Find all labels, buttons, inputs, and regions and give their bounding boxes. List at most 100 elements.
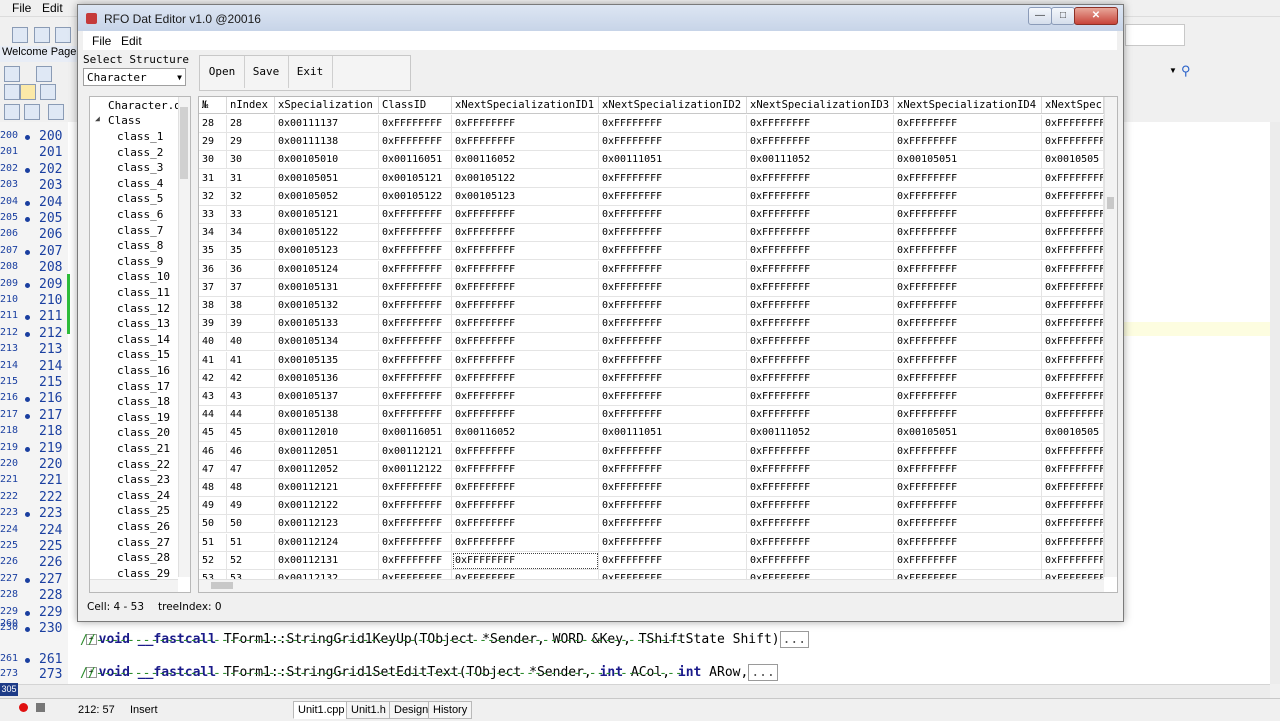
grid-cell[interactable]: 0xFFFFFFFF	[379, 351, 452, 370]
grid-cell[interactable]: 34	[227, 224, 275, 243]
grid-cell[interactable]: 0xFFFFFFFF	[1042, 442, 1104, 461]
breakpoint-dot-icon[interactable]	[25, 331, 30, 337]
grid-cell[interactable]: 37	[227, 278, 275, 297]
grid-cell[interactable]: 0x00105010	[275, 151, 379, 170]
grid-cell[interactable]: 0xFFFFFFFF	[599, 224, 747, 243]
grid-cell[interactable]: 0xFFFFFFFF	[379, 224, 452, 243]
tree-class-item[interactable]: class_15	[117, 348, 170, 361]
grid-cell[interactable]: 0x00112052	[275, 460, 379, 479]
grid-cell[interactable]: 0xFFFFFFFF	[747, 315, 894, 334]
grid-cell[interactable]: 0x00112123	[275, 515, 379, 534]
grid-cell[interactable]: 0xFFFFFFFF	[747, 133, 894, 152]
grid-cell[interactable]: 0xFFFFFFFF	[452, 260, 599, 279]
tree-vertical-scrollbar[interactable]	[178, 97, 190, 577]
grid-cell[interactable]: 0xFFFFFFFF	[599, 297, 747, 315]
grid-cell[interactable]: 28	[227, 115, 275, 133]
grid-cell[interactable]: 0x00105135	[275, 351, 379, 370]
grid-cell[interactable]: 0xFFFFFFFF	[452, 388, 599, 406]
tree-class-item[interactable]: class_16	[117, 364, 170, 377]
open-button[interactable]: Open	[200, 56, 245, 88]
grid-cell[interactable]: 0xFFFFFFFF	[747, 333, 894, 352]
grid-cell[interactable]: 0x00105134	[275, 333, 379, 352]
grid-cell[interactable]: 0xFFFFFFFF	[452, 333, 599, 352]
grid-cell[interactable]: 31	[227, 169, 275, 188]
grid-cell[interactable]: 0xFFFFFFFF	[747, 460, 894, 479]
grid-cell[interactable]: 52	[227, 551, 275, 570]
grid-cell[interactable]: 0x0010505	[1042, 151, 1104, 170]
grid-cell[interactable]: 0xFFFFFFFF	[1042, 551, 1104, 570]
grid-cell[interactable]: 0x00105132	[275, 297, 379, 315]
tree-class-item[interactable]: class_12	[117, 302, 170, 315]
table-row[interactable]: 37 37 0x00105131 0xFFFFFFFF 0xFFFFFFFF 0xFFFF…	[199, 278, 1104, 297]
breakpoint-dot-icon[interactable]	[25, 577, 30, 583]
record-icon[interactable]	[19, 703, 28, 712]
grid-cell[interactable]: 0xFFFFFFFF	[452, 551, 599, 570]
tree-class-item[interactable]: class_2	[117, 146, 163, 159]
maximize-icon[interactable]: □	[1051, 7, 1075, 25]
grid-cell[interactable]: 0x00112121	[379, 442, 452, 461]
grid-cell[interactable]: 0xFFFFFFFF	[747, 369, 894, 388]
tree-class-item[interactable]: class_6	[117, 208, 163, 221]
grid-cell[interactable]: 0xFFFFFFFF	[1042, 260, 1104, 279]
grid-cell[interactable]: 0xFFFFFFFF	[747, 278, 894, 297]
grid-cell[interactable]: 0xFFFFFFFF	[894, 115, 1042, 133]
tab-history[interactable]: History	[428, 701, 473, 719]
grid-cell[interactable]: 46	[227, 442, 275, 461]
grid-cell[interactable]: 0x00116052	[452, 151, 599, 170]
grid-cell[interactable]: 0xFFFFFFFF	[452, 533, 599, 552]
grid-cell[interactable]: 0x00105122	[275, 224, 379, 243]
grid-cell[interactable]: 0xFFFFFFFF	[894, 297, 1042, 315]
grid-cell[interactable]: 0xFFFFFFFF	[452, 515, 599, 534]
grid-cell[interactable]: 32	[227, 187, 275, 206]
grid-cell[interactable]: 0xFFFFFFFF	[747, 351, 894, 370]
grid-cell[interactable]: 0xFFFFFFFF	[747, 551, 894, 570]
grid-cell[interactable]: 0xFFFFFFFF	[599, 460, 747, 479]
grid-cell[interactable]: 0xFFFFFFFF	[747, 260, 894, 279]
window-titlebar[interactable]: RFO Dat Editor v1.0 @20016 — □ ✕	[78, 5, 1123, 31]
table-row[interactable]: 49 49 0x00112122 0xFFFFFFFF 0xFFFFFFFF 0xFFFF…	[199, 497, 1104, 516]
grid-cell[interactable]: 51	[227, 533, 275, 552]
data-grid[interactable]: 53530x001121320xFFFFFFFF0xFFFFFFFF0xFFFF…	[198, 96, 1118, 593]
open-file-icon[interactable]	[34, 27, 50, 43]
table-row[interactable]: 41 41 0x00105135 0xFFFFFFFF 0xFFFFFFFF 0xFFFF…	[199, 351, 1104, 370]
grid-cell[interactable]: 0xFFFFFFFF	[1042, 406, 1104, 425]
breakpoint-dot-icon[interactable]	[25, 413, 30, 419]
breakpoint-dot-icon[interactable]	[25, 658, 30, 663]
grid-cell[interactable]: 48	[227, 479, 275, 497]
grid-cell[interactable]: 0xFFFFFFFF	[379, 242, 452, 261]
grid-cell[interactable]: 45	[227, 424, 275, 443]
grid-cell[interactable]: 0xFFFFFFFF	[747, 224, 894, 243]
tree-class-item[interactable]: class_29	[117, 567, 170, 580]
tab-design[interactable]: Design	[389, 701, 434, 719]
grid-cell[interactable]: 0x00105121	[379, 169, 452, 188]
grid-cell[interactable]: 0xFFFFFFFF	[452, 242, 599, 261]
grid-cell[interactable]: 0xFFFFFFFF	[894, 133, 1042, 152]
grid-cell[interactable]: 0xFFFFFFFF	[894, 551, 1042, 570]
grid-cell[interactable]: 0xFFFFFFFF	[894, 388, 1042, 406]
tree-class-item[interactable]: class_24	[117, 489, 170, 502]
grid-cell[interactable]: 0x00112010	[275, 424, 379, 443]
grid-cell[interactable]: 0xFFFFFFFF	[894, 187, 1042, 206]
grid-cell[interactable]: 0xFFFFFFFF	[379, 115, 452, 133]
grid-cell[interactable]: 0xFFFFFFFF	[1042, 242, 1104, 261]
grid-cell[interactable]: 0xFFFFFFFF	[599, 388, 747, 406]
grid-cell[interactable]: 0x00111052	[747, 424, 894, 443]
grid-cell[interactable]: 0xFFFFFFFF	[452, 133, 599, 152]
grid-cell[interactable]: 50	[227, 515, 275, 534]
grid-cell[interactable]: 0xFFFFFFFF	[599, 479, 747, 497]
toggle-icon[interactable]	[24, 104, 40, 120]
grid-cell[interactable]: 0xFFFFFFFF	[599, 406, 747, 425]
grid-cell[interactable]: 0xFFFFFFFF	[452, 369, 599, 388]
grid-cell[interactable]: 0xFFFFFFFF	[747, 388, 894, 406]
grid-cell[interactable]: 0xFFFFFFFF	[747, 297, 894, 315]
grid-cell[interactable]: 0x00105051	[275, 169, 379, 188]
grid-cell[interactable]: 0xFFFFFFFF	[894, 479, 1042, 497]
grid-cell[interactable]: 0xFFFFFFFF	[452, 115, 599, 133]
grid-cell[interactable]: 0xFFFFFFFF	[379, 315, 452, 334]
grid-cell[interactable]: 0xFFFFFFFF	[1042, 333, 1104, 352]
grid-cell[interactable]: 0xFFFFFFFF	[1042, 169, 1104, 188]
grid-cell[interactable]: 35	[227, 242, 275, 261]
grid-cell[interactable]: 0xFFFFFFFF	[452, 406, 599, 425]
grid-cell[interactable]: 0x00116051	[379, 151, 452, 170]
exit-button[interactable]: Exit	[288, 56, 333, 88]
